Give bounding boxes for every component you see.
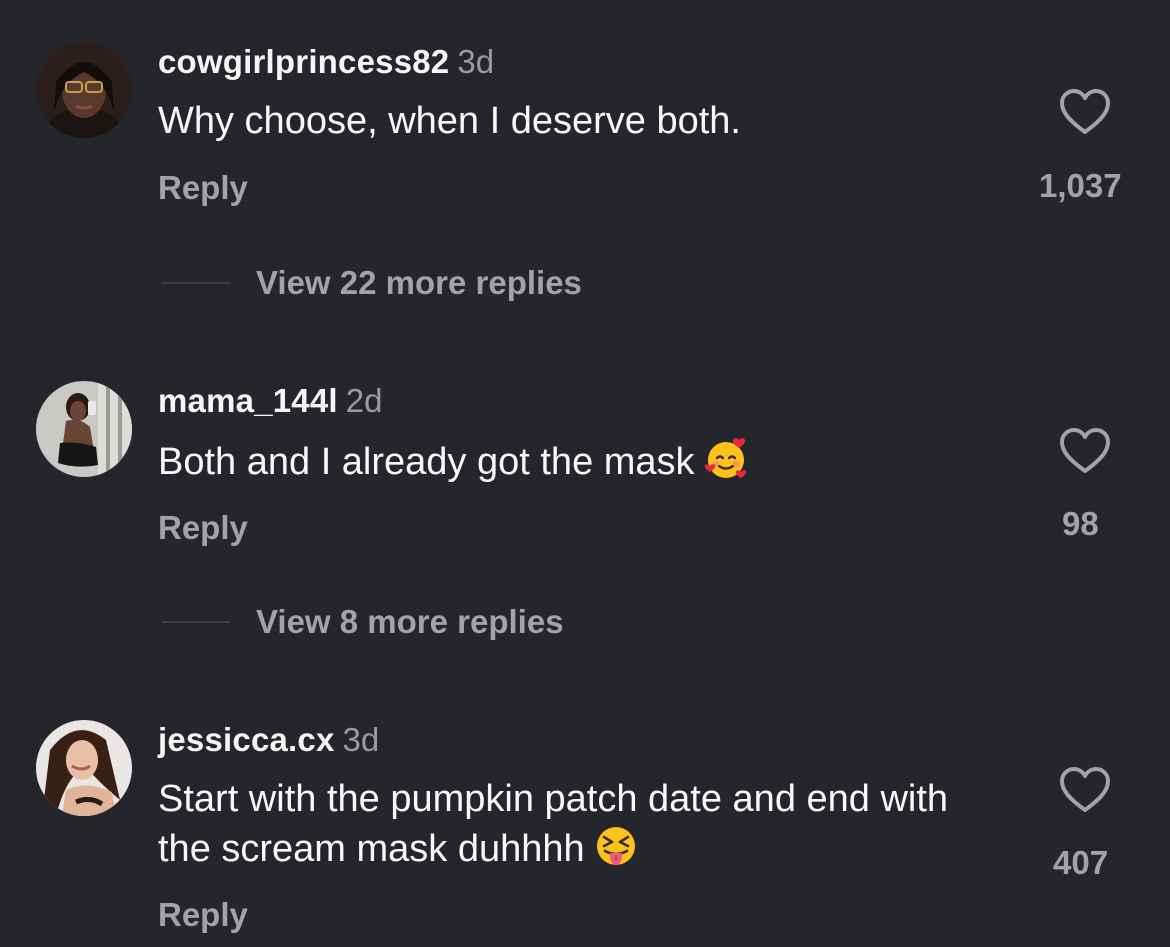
reply-button[interactable]: Reply [158,168,248,208]
view-replies-label: View 8 more replies [256,603,564,640]
like-count: 407 [1053,844,1109,881]
view-replies-button[interactable]: View 8 more replies [162,602,564,642]
avatar[interactable] [36,42,132,138]
like-button[interactable] [1025,427,1145,475]
comment-body: Start with the pumpkin patch date and en… [158,778,949,870]
divider-line [162,282,230,284]
comment-text: Both and I already got the mask [158,436,1008,486]
heart-outline-icon [1060,428,1110,473]
view-replies-button[interactable]: View 22 more replies [162,263,582,303]
comment-body: Both and I already got the mask [158,441,695,483]
username[interactable]: jessicca.cx [158,721,335,758]
comment-text: Why choose, when I deserve both. [158,97,1008,145]
timestamp: 2d [345,382,383,419]
comment-text: Start with the pumpkin patch date and en… [158,775,998,873]
like-button[interactable] [1025,88,1145,136]
avatar[interactable] [36,720,132,816]
comment-header: jessicca.cx 3d [158,720,379,760]
timestamp: 3d [457,43,495,80]
smiling-face-with-hearts-icon [703,436,749,482]
username[interactable]: mama_144l [158,382,338,419]
timestamp: 3d [342,721,380,758]
heart-outline-icon [1060,767,1110,812]
reply-button[interactable]: Reply [158,895,248,935]
like-count: 1,037 [1039,167,1122,204]
squinting-face-with-tongue-icon [593,823,639,869]
reply-button[interactable]: Reply [158,508,248,548]
heart-outline-icon [1060,89,1110,134]
avatar[interactable] [36,381,132,477]
view-replies-label: View 22 more replies [256,264,582,301]
like-button[interactable] [1025,766,1145,814]
comment-header: mama_144l 2d [158,381,383,421]
divider-line [162,621,230,623]
comment-body: Why choose, when I deserve both. [158,100,741,142]
like-count: 98 [1062,505,1099,542]
username[interactable]: cowgirlprincess82 [158,43,449,80]
comment-header: cowgirlprincess82 3d [158,42,494,82]
